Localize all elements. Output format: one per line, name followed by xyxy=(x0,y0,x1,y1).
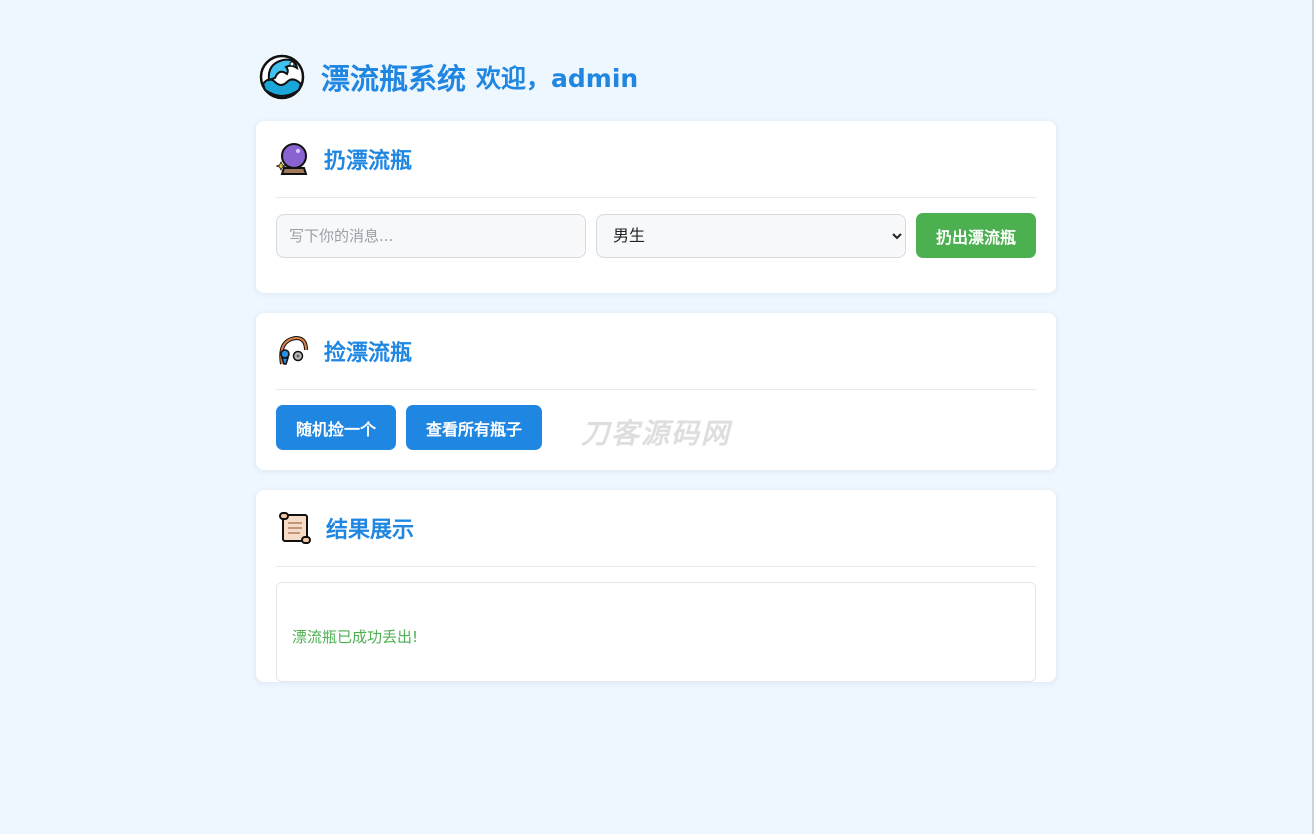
welcome-text: 欢迎，admin xyxy=(476,64,639,93)
view-all-bottles-button[interactable]: 查看所有瓶子 xyxy=(406,405,543,450)
message-input[interactable] xyxy=(276,213,586,258)
random-pick-button[interactable]: 随机捡一个 xyxy=(276,405,397,450)
result-card-header: 结果展示 xyxy=(276,490,1036,567)
throw-button[interactable]: 扔出漂流瓶 xyxy=(916,213,1036,258)
result-heading: 结果展示 xyxy=(326,518,415,543)
throw-form: 男生 扔出漂流瓶 xyxy=(276,198,1036,293)
pick-card-header: 捡漂流瓶 xyxy=(276,313,1036,390)
pick-card: 捡漂流瓶 随机捡一个 查看所有瓶子 刀客源码网 xyxy=(256,313,1056,470)
gender-select[interactable]: 男生 xyxy=(596,213,906,258)
result-panel: 漂流瓶已成功丢出! xyxy=(276,582,1036,682)
watermark: 刀客源码网 xyxy=(581,417,732,450)
throw-heading: 扔漂流瓶 xyxy=(324,149,413,174)
page-title: 漂流瓶系统 欢迎，admin xyxy=(256,50,1056,104)
main-container: 漂流瓶系统 欢迎，admin 扔漂流瓶 男生 扔出漂流瓶 xyxy=(256,50,1056,702)
result-message: 漂流瓶已成功丢出! xyxy=(292,627,419,646)
app-name: 漂流瓶系统 xyxy=(321,62,467,96)
scroll-icon xyxy=(279,512,311,544)
pick-heading: 捡漂流瓶 xyxy=(324,341,413,366)
throw-card: 扔漂流瓶 男生 扔出漂流瓶 xyxy=(256,121,1056,293)
crystal-ball-icon xyxy=(276,143,308,175)
fishing-pole-icon xyxy=(279,335,308,365)
throw-card-header: 扔漂流瓶 xyxy=(276,121,1036,198)
pick-actions: 随机捡一个 查看所有瓶子 刀客源码网 xyxy=(276,390,1036,470)
wave-icon xyxy=(259,54,305,100)
result-card: 结果展示 漂流瓶已成功丢出! xyxy=(256,490,1056,682)
